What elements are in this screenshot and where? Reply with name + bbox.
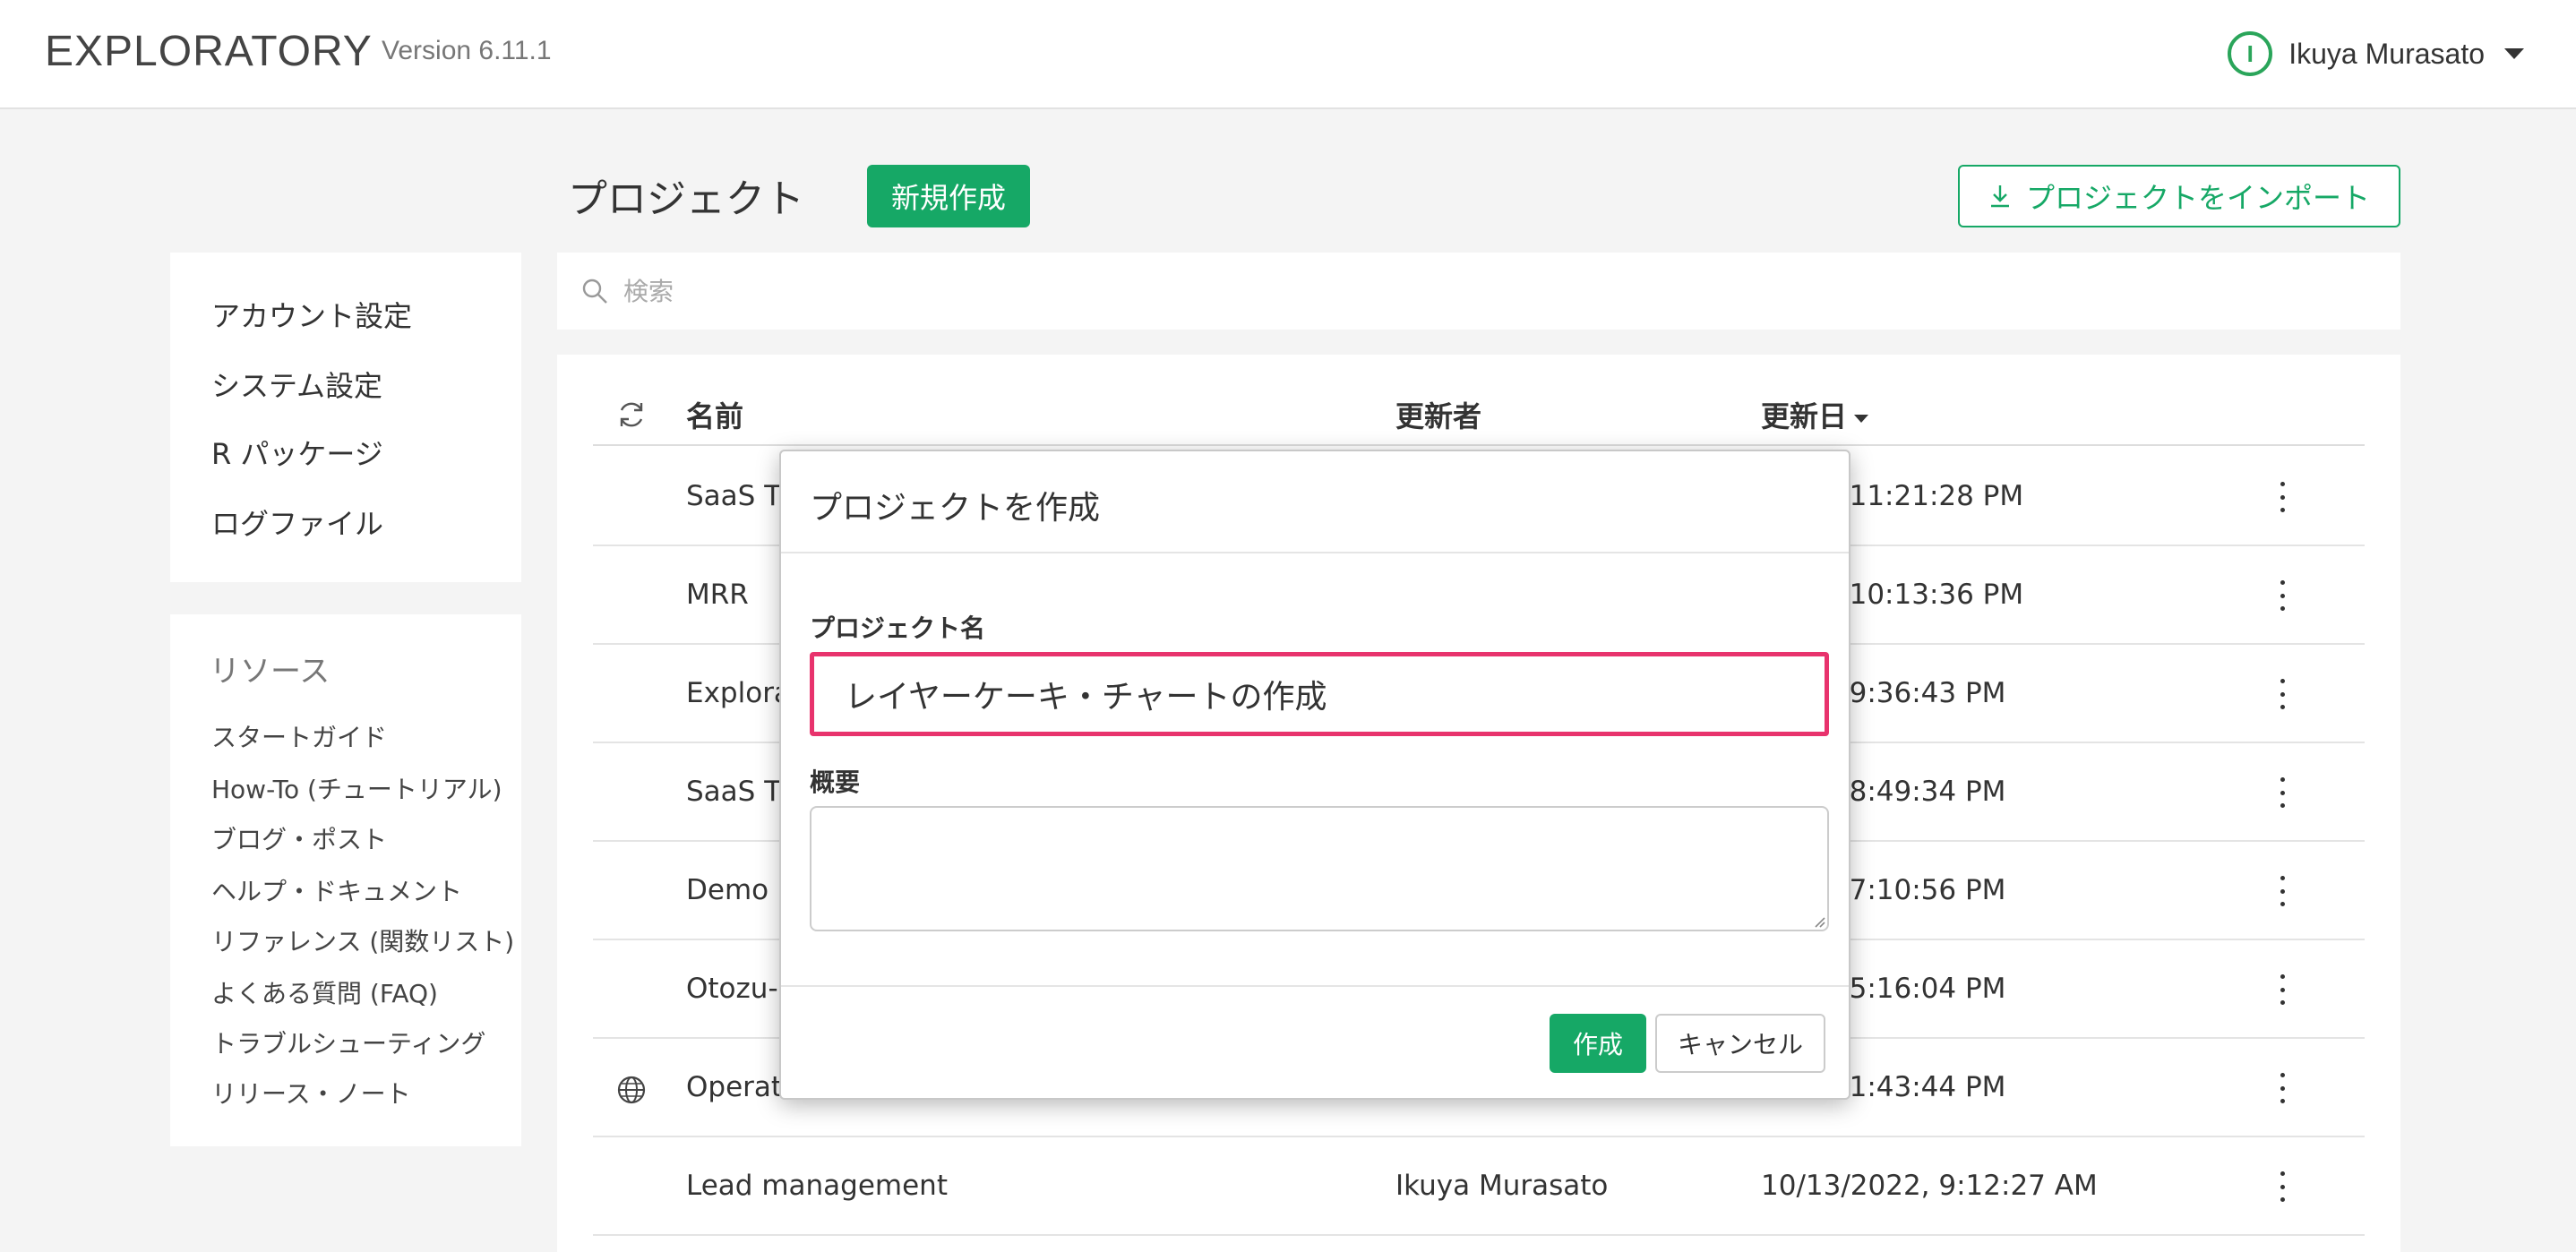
refresh-icon[interactable] (616, 399, 647, 430)
sidebar-item-system-settings[interactable]: システム設定 (211, 364, 382, 405)
download-icon (1990, 185, 2009, 208)
more-options-icon[interactable] (2275, 777, 2289, 808)
resources-menu: リソース スタートガイド How-To (チュートリアル) ブログ・ポスト ヘル… (170, 614, 521, 1146)
column-header-name[interactable]: 名前 (686, 394, 743, 435)
project-name[interactable]: Lead management (686, 1170, 948, 1202)
project-name-label: プロジェクト名 (810, 613, 986, 643)
caret-down-icon (2504, 48, 2524, 59)
app-version: Version 6.11.1 (382, 36, 552, 65)
resize-handle-icon[interactable] (1811, 913, 1825, 928)
search-bar (557, 253, 2400, 330)
column-header-updater[interactable]: 更新者 (1395, 394, 1481, 435)
resource-link-faq[interactable]: よくある質問 (FAQ) (211, 974, 438, 1010)
resource-link-help-docs[interactable]: ヘルプ・ドキュメント (211, 872, 462, 908)
project-name-field[interactable] (814, 656, 1825, 732)
settings-menu: アカウント設定 システム設定 R パッケージ ログファイル (170, 253, 521, 582)
more-options-icon[interactable] (2275, 1171, 2289, 1202)
description-label: 概要 (810, 767, 861, 797)
resource-link-release-notes[interactable]: リリース・ノート (211, 1075, 411, 1111)
divider (781, 985, 1849, 987)
top-header: EXPLORATORY Version 6.11.1 I Ikuya Muras… (0, 0, 2576, 109)
project-updated: 10/13/2022, 9:12:27 AM (1761, 1170, 2098, 1202)
new-project-button[interactable]: 新規作成 (867, 165, 1030, 227)
more-options-icon[interactable] (2275, 1073, 2289, 1103)
more-options-icon[interactable] (2275, 580, 2289, 611)
cancel-button[interactable]: キャンセル (1655, 1014, 1825, 1073)
table-header: 名前 更新者 更新日 (593, 376, 2365, 446)
create-button[interactable]: 作成 (1550, 1014, 1646, 1073)
app-logo[interactable]: EXPLORATORY (45, 27, 373, 76)
project-name[interactable]: Explora (686, 677, 791, 709)
project-name[interactable]: Otozu-s (686, 973, 793, 1005)
search-icon (582, 279, 607, 304)
more-options-icon[interactable] (2275, 974, 2289, 1005)
import-project-label: プロジェクトをインポート (2025, 181, 2370, 215)
more-options-icon[interactable] (2275, 482, 2289, 512)
project-name-field-wrapper (810, 652, 1829, 736)
sidebar-item-log-files[interactable]: ログファイル (211, 502, 383, 543)
resource-link-start-guide[interactable]: スタートガイド (211, 718, 387, 754)
resource-link-blog[interactable]: ブログ・ポスト (211, 820, 387, 856)
project-updater: Ikuya Murasato (1395, 1170, 1609, 1202)
sidebar-item-r-packages[interactable]: R パッケージ (211, 432, 383, 473)
description-field[interactable] (810, 806, 1829, 931)
sidebar-item-account-settings[interactable]: アカウント設定 (211, 294, 412, 335)
user-name: Ikuya Murasato (2288, 37, 2485, 70)
avatar: I (2228, 31, 2273, 76)
more-options-icon[interactable] (2275, 679, 2289, 709)
page-title: プロジェクト (568, 176, 804, 222)
sort-desc-icon (1854, 414, 1869, 423)
resource-link-troubleshooting[interactable]: トラブルシューティング (211, 1025, 485, 1060)
more-options-icon[interactable] (2275, 876, 2289, 906)
column-header-updated-label: 更新日 (1761, 399, 1848, 433)
resource-link-reference[interactable]: リファレンス (関数リスト) (211, 922, 514, 958)
project-name[interactable]: Demo F (686, 874, 794, 906)
project-name[interactable]: SaaS Tı (686, 776, 789, 808)
globe-icon (617, 1076, 646, 1104)
create-project-dialog: プロジェクトを作成 プロジェクト名 概要 作成 キャンセル (779, 450, 1850, 1100)
resource-link-how-to[interactable]: How-To (チュートリアル) (211, 770, 502, 806)
divider (781, 552, 1849, 553)
dialog-title: プロジェクトを作成 (810, 490, 1101, 527)
user-menu[interactable]: I Ikuya Murasato (2228, 30, 2524, 77)
import-project-button[interactable]: プロジェクトをインポート (1958, 165, 2400, 227)
search-input[interactable] (623, 276, 2236, 306)
project-name[interactable]: SaaS Tı (686, 480, 789, 512)
resources-heading: リソース (210, 654, 331, 690)
column-header-updated[interactable]: 更新日 (1761, 394, 1869, 435)
table-row[interactable]: Lead management Ikuya Murasato 10/13/202… (593, 1137, 2365, 1236)
project-name[interactable]: MRR (686, 579, 749, 611)
